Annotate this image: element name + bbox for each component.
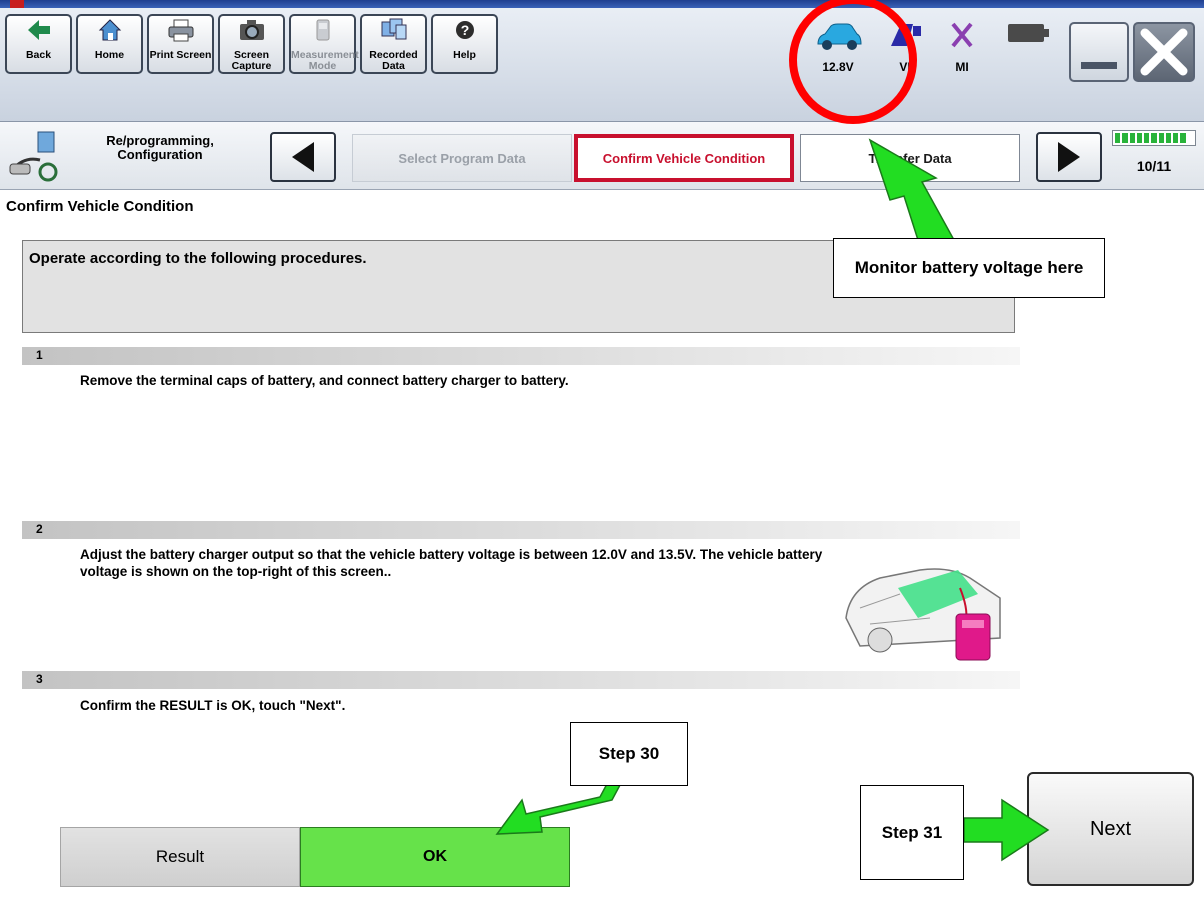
back-arrow-icon: [7, 16, 70, 50]
back-button[interactable]: Back: [5, 14, 72, 74]
result-label: Result: [60, 827, 300, 887]
progress-segment: [1187, 133, 1193, 143]
previous-step-button[interactable]: [270, 132, 336, 182]
recorded-data-icon: [362, 16, 425, 50]
app-title-strip: [0, 0, 1204, 8]
measurement-mode-button[interactable]: Measurement Mode: [289, 14, 359, 74]
callout-step-31: Step 31: [860, 785, 964, 880]
battery-icon: [1008, 24, 1049, 42]
callout-step-30: Step 30: [570, 722, 688, 786]
car-icon: [817, 23, 862, 50]
help-icon: ?: [433, 16, 496, 50]
procedure-text-3: Confirm the RESULT is OK, touch "Next".: [80, 698, 346, 713]
page-title: Confirm Vehicle Condition: [6, 198, 194, 215]
progress-segment: [1151, 133, 1157, 143]
mi-indicator: MI: [942, 18, 982, 74]
progress-text: 10/11: [1136, 158, 1172, 174]
progress-segment: [1115, 133, 1121, 143]
home-button[interactable]: Home: [76, 14, 143, 74]
procedure-header-2: 2: [22, 521, 1020, 539]
vi-indicator: VI: [880, 18, 930, 74]
step-navigation: Re/programming, Configuration Select Pro…: [0, 122, 1204, 190]
screen-capture-button[interactable]: Screen Capture: [218, 14, 285, 74]
progress-segment: [1173, 133, 1179, 143]
mi-disconnected-icon: [951, 22, 973, 48]
next-button[interactable]: Next: [1027, 772, 1194, 886]
progress-bar: [1112, 130, 1196, 146]
home-icon: [78, 16, 141, 50]
svg-text:?: ?: [460, 22, 469, 38]
minimize-icon: [1081, 62, 1117, 69]
instruction-text: Operate according to the following proce…: [29, 250, 367, 267]
recorded-data-button[interactable]: Recorded Data: [360, 14, 427, 74]
toolbar: Back Home Print Screen Screen Capture Me…: [0, 8, 1204, 122]
step-previous: Select Program Data: [352, 134, 572, 182]
printer-icon: [149, 16, 212, 50]
camera-icon: [220, 16, 283, 50]
callout-monitor-battery: Monitor battery voltage here: [833, 238, 1105, 298]
progress-segment: [1136, 133, 1143, 143]
progress-segment: [1180, 133, 1186, 143]
progress-segment: [1144, 133, 1150, 143]
section-label: Re/programming, Configuration: [106, 133, 214, 162]
step-next: Transfer Data: [800, 134, 1020, 182]
help-button[interactable]: ? Help: [431, 14, 498, 74]
procedure-text-2: Adjust the battery charger output so tha…: [80, 547, 823, 579]
progress-segment: [1158, 133, 1164, 143]
procedure-number: 3: [36, 672, 43, 686]
close-icon: [1140, 28, 1188, 76]
procedure-number: 2: [36, 522, 43, 536]
procedure-header-1: 1: [22, 347, 1020, 365]
battery-indicator: [1003, 18, 1053, 57]
procedure-text-1: Remove the terminal caps of battery, and…: [80, 373, 569, 388]
measurement-icon: [291, 16, 354, 50]
reprogramming-icon: [8, 130, 64, 184]
battery-voltage-indicator: 12.8V: [810, 18, 866, 74]
app-logo: [10, 0, 24, 8]
progress-segment: [1122, 133, 1128, 143]
triangle-left-icon: [292, 142, 314, 172]
vi-connection-icon: [891, 24, 921, 46]
procedure-header-3: 3: [22, 671, 1020, 689]
print-screen-button[interactable]: Print Screen: [147, 14, 214, 74]
procedure-number: 1: [36, 348, 43, 362]
battery-charger-illustration: [840, 548, 1010, 666]
progress-segment: [1165, 133, 1172, 143]
next-step-arrow-button[interactable]: [1036, 132, 1102, 182]
close-button[interactable]: [1133, 22, 1195, 82]
minimize-button[interactable]: [1069, 22, 1129, 82]
progress-segment: [1129, 133, 1135, 143]
step-current: Confirm Vehicle Condition: [574, 134, 794, 182]
triangle-right-icon: [1058, 142, 1080, 172]
result-ok-indicator: OK: [300, 827, 570, 887]
